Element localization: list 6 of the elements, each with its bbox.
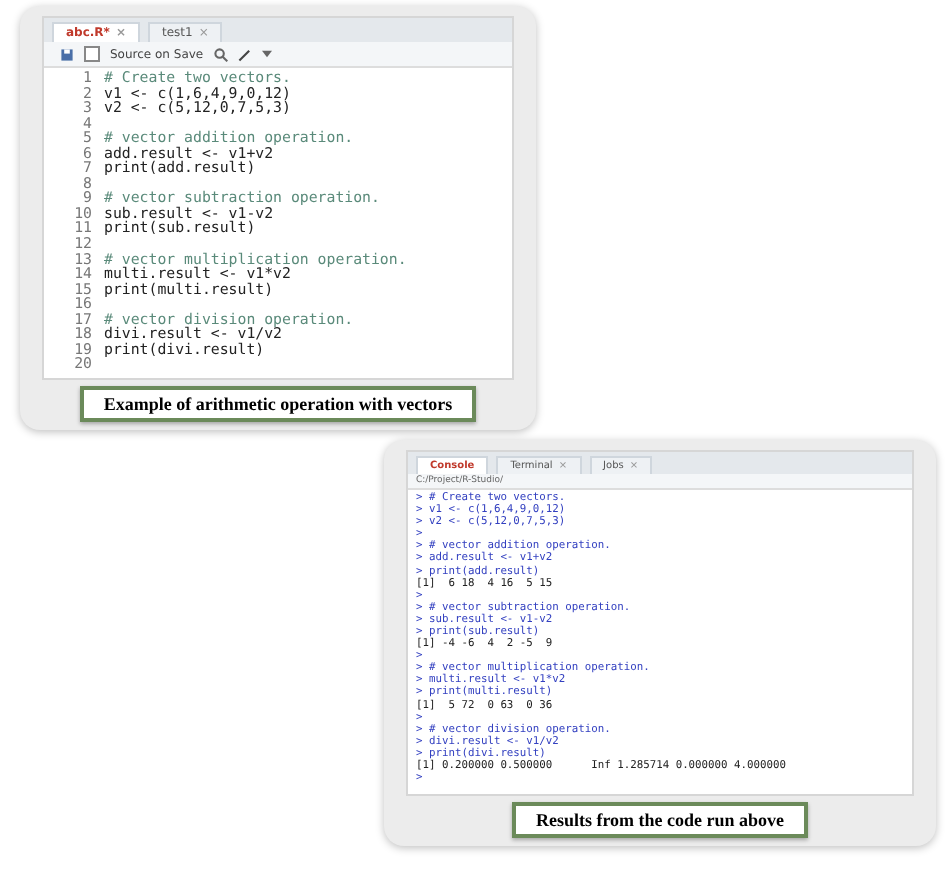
caret-icon[interactable] [261,50,272,58]
figure-caption: Example of arithmetic operation with vectors [79,385,477,422]
save-icon[interactable] [60,47,74,61]
search-icon[interactable] [213,47,228,61]
source-on-save-checkbox[interactable] [84,46,100,62]
figure-caption: Results from the code run above [511,802,809,839]
